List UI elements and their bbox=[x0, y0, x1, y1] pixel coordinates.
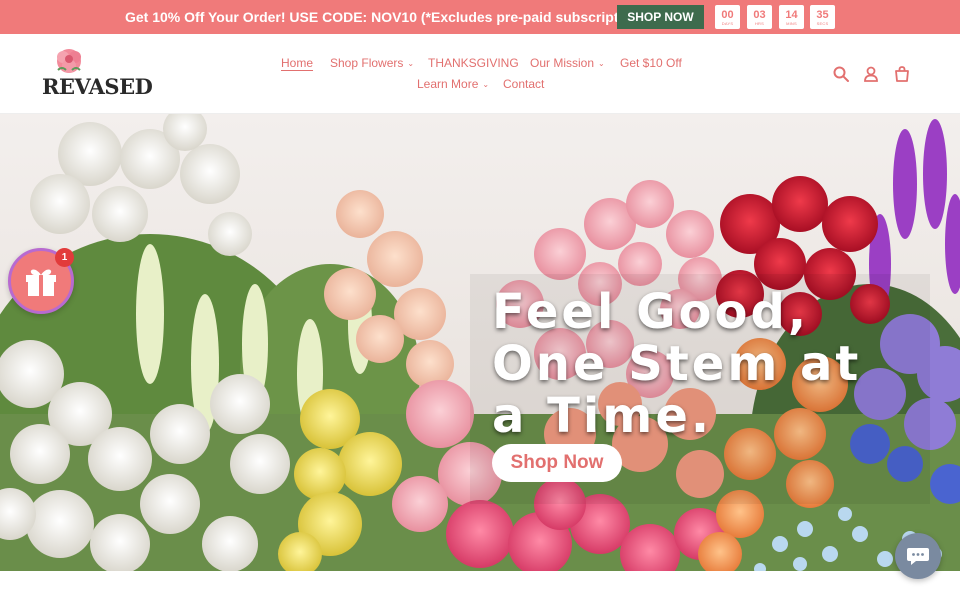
countdown-seconds-value: 35 bbox=[816, 8, 829, 21]
search-icon[interactable] bbox=[832, 65, 850, 83]
nav-item-learn-more[interactable]: Learn More ⌄ bbox=[417, 77, 489, 91]
nav-item-our-mission[interactable]: Our Mission ⌄ bbox=[530, 56, 605, 70]
chevron-down-icon: ⌄ bbox=[482, 80, 490, 90]
brand-logo[interactable]: REVASED bbox=[40, 44, 153, 104]
cart-icon[interactable] bbox=[893, 65, 911, 83]
nav-item-thanksgiving[interactable]: THANKSGIVING bbox=[428, 56, 519, 70]
hero-banner: Feel Good, One Stem at a Time. Shop Now bbox=[0, 114, 960, 571]
announcement-text: Get 10% Off Your Order! USE CODE: NOV10 … bbox=[125, 9, 652, 25]
page-bottom bbox=[0, 571, 960, 600]
account-icon[interactable] bbox=[862, 65, 880, 83]
nav-item-shop-flowers[interactable]: Shop Flowers ⌄ bbox=[330, 56, 414, 70]
site-header: REVASED Home Shop Flowers ⌄ THANKSGIVING … bbox=[0, 34, 960, 114]
announcement-bar: Get 10% Off Your Order! USE CODE: NOV10 … bbox=[0, 0, 960, 34]
shop-now-announcement-button[interactable]: SHOP NOW bbox=[617, 5, 704, 29]
nav-item-learn-more-label: Learn More bbox=[417, 77, 479, 91]
nav-item-home[interactable]: Home bbox=[281, 56, 313, 70]
countdown-days-value: 00 bbox=[721, 8, 734, 21]
countdown-hours-label: HRS bbox=[754, 20, 765, 26]
nav-item-thanksgiving-label: THANKSGIVING bbox=[428, 56, 519, 70]
hero-shop-now-button[interactable]: Shop Now bbox=[492, 444, 622, 482]
countdown-minutes-value: 14 bbox=[785, 8, 798, 21]
countdown-seconds-label: SECS bbox=[816, 20, 829, 26]
chevron-down-icon: ⌄ bbox=[407, 59, 415, 69]
countdown-minutes: 14 MINS bbox=[779, 5, 804, 29]
nav-item-contact[interactable]: Contact bbox=[503, 77, 544, 91]
gift-icon bbox=[26, 269, 56, 296]
brand-name: REVASED bbox=[42, 74, 153, 99]
nav-item-get-10-off[interactable]: Get $10 Off bbox=[620, 56, 682, 70]
hero-title: Feel Good, One Stem at a Time. bbox=[492, 284, 862, 444]
countdown-hours: 03 HRS bbox=[747, 5, 772, 29]
gift-badge-count: 1 bbox=[55, 248, 74, 267]
logo-flower-icon bbox=[57, 49, 81, 73]
nav-item-shop-flowers-label: Shop Flowers bbox=[330, 56, 404, 70]
nav-item-get-10-off-label: Get $10 Off bbox=[620, 56, 682, 70]
nav-item-home-label: Home bbox=[281, 56, 314, 70]
chat-icon bbox=[907, 548, 929, 565]
countdown-minutes-label: MINS bbox=[786, 20, 797, 26]
chevron-down-icon: ⌄ bbox=[598, 59, 605, 69]
countdown-days-label: DAYS bbox=[721, 20, 734, 26]
countdown-hours-value: 03 bbox=[753, 8, 766, 21]
chat-widget-button[interactable] bbox=[895, 533, 941, 579]
nav-item-our-mission-label: Our Mission bbox=[530, 56, 595, 70]
countdown-days: 00 DAYS bbox=[715, 5, 740, 29]
nav-item-contact-label: Contact bbox=[503, 77, 545, 91]
countdown-seconds: 35 SECS bbox=[810, 5, 835, 29]
